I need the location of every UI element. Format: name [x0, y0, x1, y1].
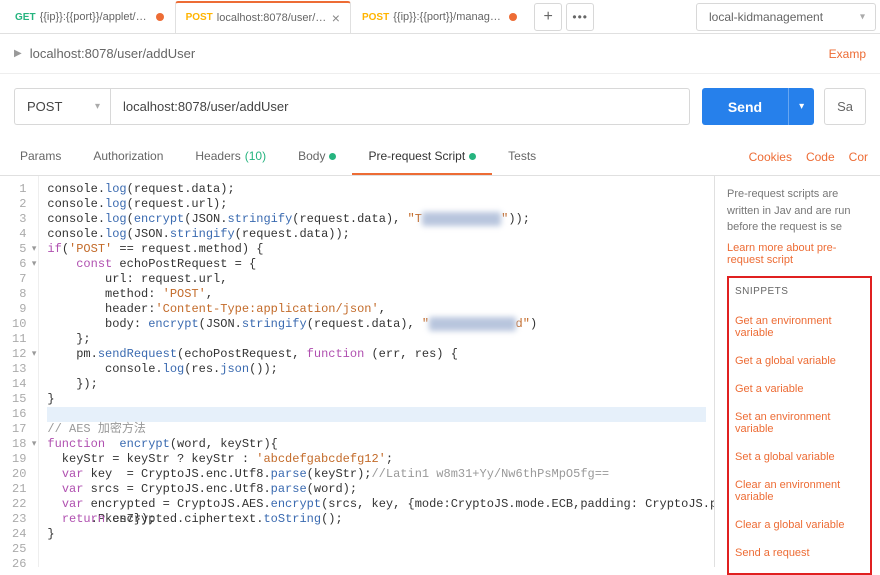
send-options-button[interactable]: ▾ — [788, 88, 814, 125]
more-tabs-button[interactable]: ••• — [566, 3, 594, 31]
snippet-item[interactable]: Send a request — [735, 539, 864, 567]
close-icon[interactable]: × — [332, 10, 340, 26]
snippet-item[interactable]: Get a global variable — [735, 347, 864, 375]
snippet-item[interactable]: Clear an environment variable — [735, 471, 864, 511]
save-button[interactable]: Sa — [824, 88, 866, 125]
http-method-select[interactable]: POST — [14, 88, 110, 125]
tab-body[interactable]: Body — [282, 139, 352, 175]
url-input[interactable]: localhost:8078/user/addUser — [110, 88, 690, 125]
modified-dot-icon — [509, 13, 517, 21]
send-button[interactable]: Send — [702, 88, 788, 125]
environment-select[interactable]: local-kidmanagement — [696, 3, 876, 31]
examples-link[interactable]: Examp — [829, 47, 866, 61]
new-tab-button[interactable]: + — [534, 3, 562, 31]
tab-headers[interactable]: Headers (10) — [179, 139, 282, 175]
snippet-item[interactable]: Get an environment variable — [735, 307, 864, 347]
body-modified-icon — [329, 153, 336, 160]
comments-link[interactable]: Cor — [849, 150, 868, 164]
tab-pre-request-script[interactable]: Pre-request Script — [352, 139, 492, 175]
snippets-title: SNIPPETS — [735, 286, 864, 297]
tab-label: {{ip}}:{{port}}/managem... — [393, 11, 503, 23]
prereq-modified-icon — [469, 153, 476, 160]
headers-count: (10) — [245, 149, 266, 163]
code-link[interactable]: Code — [806, 150, 835, 164]
gutter: 1234567891011121314151617181920212223242… — [0, 176, 39, 567]
snippet-item[interactable]: Set an environment variable — [735, 403, 864, 443]
snippet-item[interactable]: Get a variable — [735, 375, 864, 403]
tab-label: {{ip}}:{{port}}/applet/cont... — [40, 11, 150, 23]
code-content[interactable]: console.log(request.data);console.log(re… — [39, 176, 714, 567]
code-editor[interactable]: 1234567891011121314151617181920212223242… — [0, 176, 715, 567]
snippet-item[interactable]: Set a global variable — [735, 443, 864, 471]
request-tab-2[interactable]: POST {{ip}}:{{port}}/managem... — [351, 1, 528, 33]
learn-more-link[interactable]: Learn more about pre-request script — [727, 242, 872, 266]
snippets-panel: SNIPPETS Get an environment variableGet … — [727, 276, 872, 575]
tab-params[interactable]: Params — [4, 139, 77, 175]
chevron-right-icon: ▶ — [14, 48, 22, 59]
request-name: localhost:8078/user/addUser — [30, 46, 196, 61]
tab-authorization[interactable]: Authorization — [77, 139, 179, 175]
help-text: Pre-request scripts are written in Jav a… — [727, 186, 872, 236]
modified-dot-icon — [156, 13, 164, 21]
tab-label: localhost:8078/user/add... — [217, 12, 327, 24]
cookies-link[interactable]: Cookies — [749, 150, 792, 164]
snippet-item[interactable]: Clear a global variable — [735, 511, 864, 539]
request-tab-1[interactable]: POST localhost:8078/user/add... × — [175, 1, 351, 33]
tab-method: GET — [15, 12, 36, 23]
request-tab-0[interactable]: GET {{ip}}:{{port}}/applet/cont... — [4, 1, 175, 33]
tab-tests[interactable]: Tests — [492, 139, 552, 175]
tab-method: POST — [362, 12, 389, 23]
tab-method: POST — [186, 12, 213, 23]
